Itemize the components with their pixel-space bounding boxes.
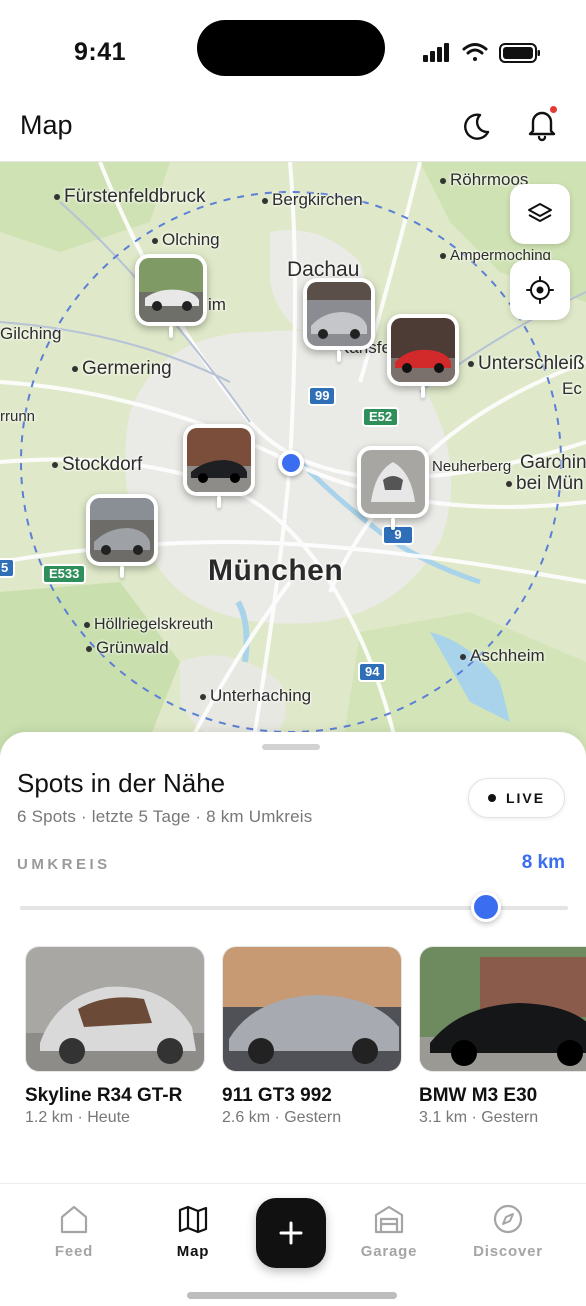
theme-toggle-button[interactable] bbox=[456, 106, 496, 146]
tab-discover[interactable]: Discover bbox=[458, 1202, 558, 1260]
radius-value: 8 km bbox=[521, 852, 565, 873]
status-icons bbox=[423, 43, 540, 63]
map-label: Gilching bbox=[0, 324, 62, 343]
map-spot-pin[interactable] bbox=[387, 314, 459, 398]
spot-card-name: 911 GT3 992 bbox=[222, 1085, 332, 1106]
tab-map[interactable]: Map bbox=[143, 1202, 243, 1260]
spot-card-name: Skyline R34 GT-R bbox=[25, 1085, 183, 1106]
spot-card[interactable]: Skyline R34 GT-R 1.2 km · Heute bbox=[25, 946, 205, 1127]
map-layers-button[interactable] bbox=[510, 184, 570, 244]
radius-slider[interactable] bbox=[20, 892, 568, 922]
spot-photo bbox=[361, 450, 425, 514]
spot-card-image bbox=[419, 946, 586, 1072]
road-shield: 99 bbox=[308, 386, 337, 406]
spot-card-image bbox=[222, 946, 402, 1072]
map-label: Unterhaching bbox=[200, 686, 311, 706]
spot-card-name: BMW M3 E30 bbox=[419, 1085, 538, 1106]
spot-photo bbox=[139, 258, 203, 322]
moon-icon bbox=[464, 113, 490, 140]
live-button[interactable]: LIVE bbox=[468, 778, 565, 818]
spot-card-meta: 1.2 km · Heute bbox=[25, 1109, 130, 1126]
spot-photo bbox=[187, 428, 251, 492]
live-indicator-dot bbox=[487, 794, 496, 802]
map-label: Fürstenfeldbruck bbox=[54, 186, 206, 208]
spot-card-meta: 3.1 km · Gestern bbox=[419, 1109, 539, 1126]
spot-card-image bbox=[25, 946, 205, 1072]
tab-garage[interactable]: Garage bbox=[339, 1202, 439, 1260]
spot-cards-carousel[interactable]: Skyline R34 GT-R 1.2 km · Heute 911 GT3 … bbox=[25, 946, 586, 1166]
map-label: Olching bbox=[152, 230, 220, 250]
map-label: Bergkirchen bbox=[262, 190, 363, 210]
spot-card[interactable]: BMW M3 E30 3.1 km · Gestern bbox=[419, 946, 586, 1127]
map-spot-pin[interactable] bbox=[357, 446, 429, 530]
sheet-subtitle: 6 Spots · letzte 5 Tage · 8 km Umkreis bbox=[17, 807, 313, 826]
signal-icon bbox=[423, 43, 449, 62]
home-indicator bbox=[187, 1292, 397, 1299]
dynamic-island bbox=[197, 20, 385, 76]
road-shield: 9 bbox=[382, 525, 414, 545]
map-label: Neuherberg bbox=[432, 458, 512, 475]
sheet-grabber[interactable] bbox=[262, 744, 320, 750]
locate-me-button[interactable] bbox=[510, 260, 570, 320]
spot-photo bbox=[391, 318, 455, 382]
status-bar: 9:41 bbox=[0, 0, 586, 96]
tab-feed[interactable]: Feed bbox=[24, 1202, 124, 1260]
map-label: Ec bbox=[562, 379, 582, 398]
crosshair-icon bbox=[526, 276, 554, 304]
live-label: LIVE bbox=[505, 790, 546, 806]
garage-icon bbox=[374, 1205, 404, 1234]
layers-icon bbox=[528, 203, 552, 222]
tab-bar: Feed Map Garage Discover bbox=[0, 1183, 586, 1306]
map-spot-pin[interactable] bbox=[303, 278, 375, 362]
tab-label: Feed bbox=[54, 1243, 94, 1260]
map-label: Germering bbox=[72, 358, 172, 380]
phone-screen: 9:41 Map Fürstenfeldbruck Bergkirchen Rö… bbox=[0, 0, 586, 1306]
map-label: bei Mün bbox=[506, 473, 584, 495]
page-title: Map bbox=[20, 110, 73, 140]
map-icon bbox=[178, 1205, 208, 1234]
plus-icon bbox=[279, 1221, 303, 1245]
map-label-city: München bbox=[208, 554, 344, 587]
map-label: im bbox=[208, 295, 226, 314]
map-label: Unterschleiß bbox=[468, 353, 585, 375]
add-spot-button[interactable] bbox=[256, 1198, 326, 1268]
spot-card[interactable]: 911 GT3 992 2.6 km · Gestern bbox=[222, 946, 402, 1127]
map-label: Höllriegelskreuth bbox=[84, 616, 213, 634]
map-label: Grünwald bbox=[86, 638, 169, 658]
road-shield: E533 bbox=[42, 564, 87, 584]
spot-card-meta: 2.6 km · Gestern bbox=[222, 1109, 342, 1126]
home-icon bbox=[60, 1205, 88, 1234]
map-label: rrunn bbox=[0, 408, 36, 425]
radius-label: UMKREIS bbox=[17, 856, 111, 873]
road-shield: E52 bbox=[362, 407, 400, 427]
tab-label: Garage bbox=[360, 1243, 418, 1260]
map-label: Aschheim bbox=[460, 646, 545, 666]
map-spot-pin[interactable] bbox=[135, 254, 207, 338]
slider-thumb[interactable] bbox=[470, 892, 501, 922]
map-label: Garching bbox=[520, 452, 586, 473]
battery-icon bbox=[499, 43, 540, 63]
wifi-icon bbox=[462, 43, 488, 61]
user-location-dot bbox=[278, 450, 304, 476]
map-spot-pin[interactable] bbox=[183, 424, 255, 508]
app-header: Map bbox=[0, 96, 586, 162]
map-label: Stockdorf bbox=[52, 454, 142, 476]
road-shield: 94 bbox=[358, 662, 387, 682]
spot-photo bbox=[307, 282, 371, 346]
map-view[interactable]: Fürstenfeldbruck Bergkirchen Röhrmoos Ol… bbox=[0, 162, 586, 762]
road-shield: 5 bbox=[0, 558, 16, 578]
map-spot-pin[interactable] bbox=[86, 494, 158, 578]
spot-photo bbox=[90, 498, 154, 562]
tab-label: Discover bbox=[473, 1243, 543, 1260]
compass-icon bbox=[493, 1204, 523, 1234]
tab-label: Map bbox=[176, 1243, 210, 1260]
sheet-title: Spots in der Nähe bbox=[17, 768, 226, 798]
status-time: 9:41 bbox=[74, 38, 127, 66]
notification-badge bbox=[550, 106, 557, 113]
